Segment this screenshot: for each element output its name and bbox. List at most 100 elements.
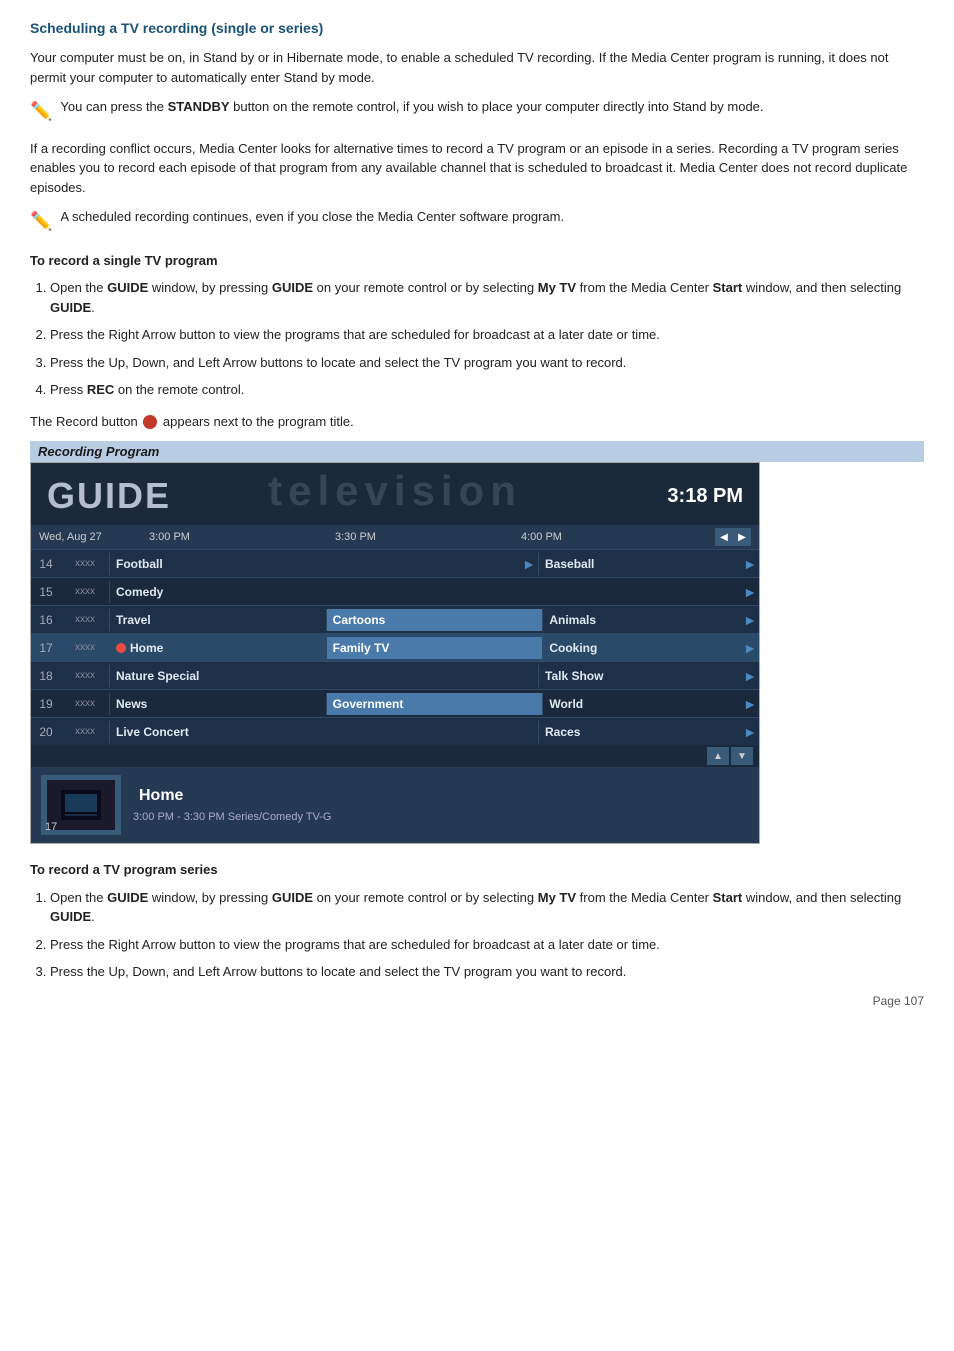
single-step-3: Press the Up, Down, and Left Arrow butto…	[50, 353, 924, 373]
ch-call-17: xxxx	[61, 642, 109, 653]
guide-row-14: 14 xxxx Football► Baseball►	[31, 549, 759, 577]
arrow-15-comedy: ►	[743, 584, 757, 600]
guide-nav-prev[interactable]: ◀	[715, 528, 733, 546]
ch-num-17: 17	[31, 641, 61, 655]
programs-15: Comedy►	[109, 581, 759, 603]
note-icon-1: ✏️	[30, 98, 52, 125]
program-14-football[interactable]: Football►	[109, 553, 538, 575]
guide-nav-buttons: ◀ ▶	[715, 528, 751, 546]
program-16-animals[interactable]: Animals►	[542, 609, 759, 631]
programs-19: News Government World►	[109, 693, 759, 715]
program-17-cooking[interactable]: Cooking►	[542, 637, 759, 659]
record-button-icon	[143, 415, 157, 429]
conflict-paragraph: If a recording conflict occurs, Media Ce…	[30, 139, 924, 198]
guide-title: GUIDE	[47, 475, 171, 517]
programs-18: Nature Special Talk Show►	[109, 665, 759, 687]
single-step-2: Press the Right Arrow button to view the…	[50, 325, 924, 345]
program-16-cartoons[interactable]: Cartoons	[326, 609, 543, 631]
program-20-liveconcert[interactable]: Live Concert	[109, 721, 538, 743]
program-15-comedy[interactable]: Comedy►	[109, 581, 759, 603]
programs-17: Home Family TV Cooking►	[109, 637, 759, 659]
note-2-text: A scheduled recording continues, even if…	[60, 207, 564, 227]
guide-detail-panel: 17 Home 3:00 PM - 3:30 PM Series/Comedy …	[31, 767, 759, 843]
program-16-travel[interactable]: Travel	[109, 609, 326, 631]
single-step-1: Open the GUIDE window, by pressing GUIDE…	[50, 278, 924, 317]
guide-slot-1: 3:00 PM	[149, 531, 335, 543]
program-18-nature[interactable]: Nature Special	[109, 665, 538, 687]
note-1-text: You can press the STANDBY button on the …	[60, 97, 763, 117]
program-19-news[interactable]: News	[109, 693, 326, 715]
arrow-14-football: ►	[522, 556, 536, 572]
guide-date: Wed, Aug 27	[39, 531, 149, 543]
guide-row-19: 19 xxxx News Government World►	[31, 689, 759, 717]
ch-num-20: 20	[31, 725, 61, 739]
ch-call-20: xxxx	[61, 726, 109, 737]
guide-slot-2: 3:30 PM	[335, 531, 521, 543]
series-step-3: Press the Up, Down, and Left Arrow butto…	[50, 962, 924, 982]
guide-row-15: 15 xxxx Comedy►	[31, 577, 759, 605]
guide-rows: 14 xxxx Football► Baseball► 15 xxxx Come…	[31, 549, 759, 745]
guide-detail-ch-num: 17	[45, 821, 57, 833]
guide-time: 3:18 PM	[667, 485, 743, 508]
note-1-block: ✏️ You can press the STANDBY button on t…	[30, 97, 924, 127]
ch-call-16: xxxx	[61, 614, 109, 625]
arrow-16-animals: ►	[743, 612, 757, 628]
programs-20: Live Concert Races►	[109, 721, 759, 743]
arrow-19-world: ►	[743, 696, 757, 712]
series-step-1: Open the GUIDE window, by pressing GUIDE…	[50, 888, 924, 927]
ch-num-18: 18	[31, 669, 61, 683]
ch-call-18: xxxx	[61, 670, 109, 681]
guide-detail-info: Home 3:00 PM - 3:30 PM Series/Comedy TV-…	[133, 787, 749, 823]
program-20-races[interactable]: Races►	[538, 721, 759, 743]
ch-num-15: 15	[31, 585, 61, 599]
record-note: The Record button appears next to the pr…	[30, 412, 924, 432]
guide-time-cols: 3:00 PM 3:30 PM 4:00 PM	[149, 531, 707, 543]
ch-num-14: 14	[31, 557, 61, 571]
guide-row-20: 20 xxxx Live Concert Races►	[31, 717, 759, 745]
program-18-talkshow[interactable]: Talk Show►	[538, 665, 759, 687]
single-steps-list: Open the GUIDE window, by pressing GUIDE…	[50, 278, 924, 400]
guide-detail-meta: 3:00 PM - 3:30 PM Series/Comedy TV-G	[133, 811, 749, 823]
guide-row-16: 16 xxxx Travel Cartoons Animals►	[31, 605, 759, 633]
guide-scroll-up[interactable]: ▲	[707, 747, 729, 765]
program-19-world[interactable]: World►	[542, 693, 759, 715]
arrow-18-talkshow: ►	[743, 668, 757, 684]
recording-program-label: Recording Program	[30, 441, 924, 462]
program-14-baseball[interactable]: Baseball►	[538, 553, 759, 575]
series-step-2: Press the Right Arrow button to view the…	[50, 935, 924, 955]
intro-paragraph: Your computer must be on, in Stand by or…	[30, 48, 924, 87]
ch-call-15: xxxx	[61, 586, 109, 597]
arrow-20-races: ►	[743, 724, 757, 740]
guide-scroll-down[interactable]: ▼	[731, 747, 753, 765]
guide-nav-next[interactable]: ▶	[733, 528, 751, 546]
program-17-familytv[interactable]: Family TV	[326, 637, 543, 659]
programs-16: Travel Cartoons Animals►	[109, 609, 759, 631]
guide-header: television GUIDE 3:18 PM	[31, 463, 759, 525]
ch-num-19: 19	[31, 697, 61, 711]
rec-dot-17	[116, 643, 126, 653]
single-step-4: Press REC on the remote control.	[50, 380, 924, 400]
arrow-14-baseball: ►	[743, 556, 757, 572]
ch-call-14: xxxx	[61, 558, 109, 569]
guide-row-17: 17 xxxx Home Family TV Cooking►	[31, 633, 759, 661]
guide-detail-title-text: Home	[139, 787, 183, 805]
guide-detail-thumbnail: 17	[41, 775, 121, 835]
arrow-17-cooking: ►	[743, 640, 757, 656]
page-number: Page 107	[30, 994, 924, 1008]
note-icon-2: ✏️	[30, 208, 52, 235]
programs-14: Football► Baseball►	[109, 553, 759, 575]
ch-call-19: xxxx	[61, 698, 109, 709]
program-19-government[interactable]: Government	[326, 693, 543, 715]
series-steps-list: Open the GUIDE window, by pressing GUIDE…	[50, 888, 924, 982]
note-2-block: ✏️ A scheduled recording continues, even…	[30, 207, 924, 237]
guide-date-row: Wed, Aug 27 3:00 PM 3:30 PM 4:00 PM ◀ ▶	[31, 525, 759, 549]
guide-slot-3: 4:00 PM	[521, 531, 707, 543]
ch-num-16: 16	[31, 613, 61, 627]
tv-screen-graphic	[61, 790, 101, 820]
guide-row-18: 18 xxxx Nature Special Talk Show►	[31, 661, 759, 689]
guide-container: television GUIDE 3:18 PM Wed, Aug 27 3:0…	[30, 462, 760, 844]
guide-scroll-buttons: ▲ ▼	[31, 745, 759, 767]
program-17-home[interactable]: Home	[109, 637, 326, 659]
series-record-heading: To record a TV program series	[30, 860, 924, 880]
guide-detail-title: Home	[133, 787, 749, 805]
